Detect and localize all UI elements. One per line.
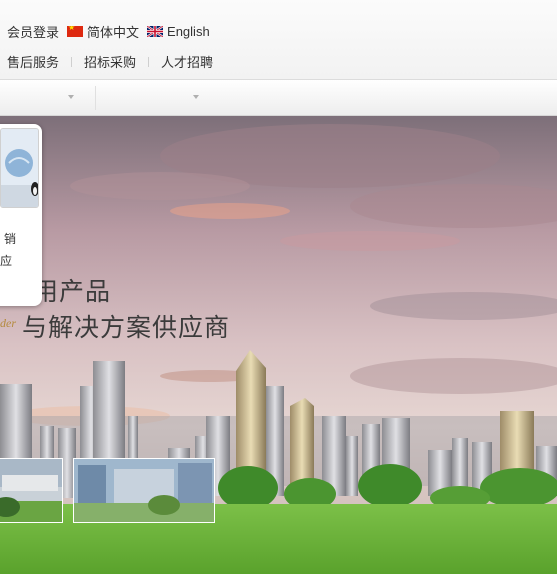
banner-tagline-en: der [0,316,16,330]
lang-cn-link[interactable]: 简体中文 [67,22,139,41]
china-flag-icon [67,25,84,37]
member-login-label[interactable]: 会员登录 [7,22,59,41]
banner-thumbnail-1[interactable] [0,458,63,523]
popup-text-2: 应 [0,254,13,268]
dropdown-bar [0,80,557,116]
lang-en-link[interactable]: English [147,24,210,39]
top-links: 会员登录 简体中文 English [7,22,218,40]
banner-tagline-line2: 与解决方案供应商 [22,313,231,342]
popup-thumbnail [0,128,39,208]
dropdown-menu-1[interactable] [0,80,90,116]
nav-procurement[interactable]: 招标采购 [84,52,136,71]
popup-text-1: 销 [4,232,17,246]
chevron-down-icon [68,95,74,99]
banner-tagline-line1: 用产品 [33,277,112,306]
lang-en-label[interactable]: English [167,24,210,39]
site-header: 会员登录 简体中文 English 售后服务 招标采购 [0,0,557,80]
member-login-link[interactable]: 会员登录 [7,22,59,41]
banner-thumbnail-2[interactable] [73,458,215,523]
nav-after-sales[interactable]: 售后服务 [7,52,59,71]
lang-cn-label[interactable]: 简体中文 [87,22,139,41]
uk-flag-icon [147,25,164,37]
nav-divider [148,56,150,67]
chevron-down-icon [193,95,199,99]
dropdown-menu-2[interactable] [96,80,206,116]
nav-divider [71,56,73,67]
secondary-nav: 售后服务 招标采购 人才招聘 [7,52,213,71]
side-popup-card[interactable]: 销 应 [0,124,42,306]
nav-careers[interactable]: 人才招聘 [161,52,213,71]
